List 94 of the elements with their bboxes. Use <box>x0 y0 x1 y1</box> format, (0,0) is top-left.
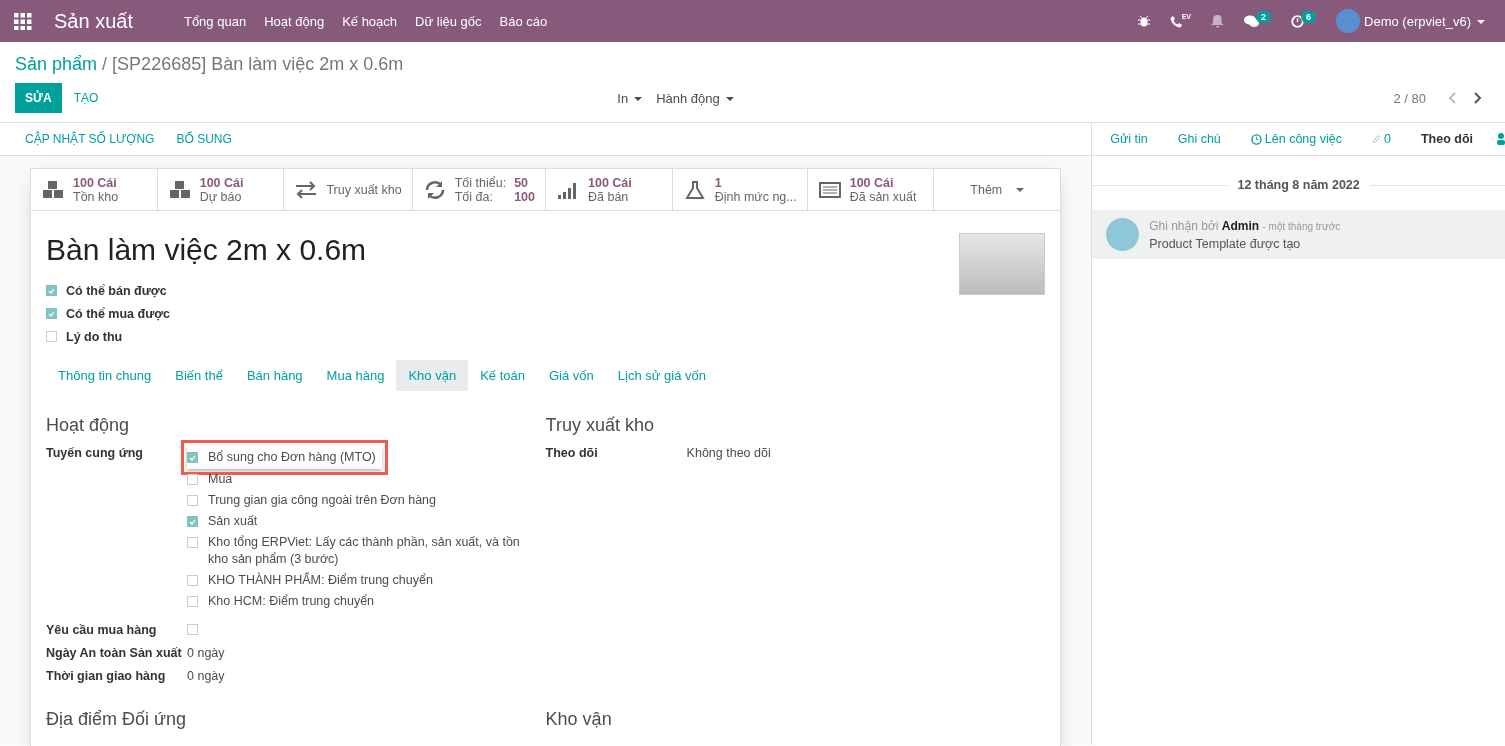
tab[interactable]: Biến thể <box>163 360 235 391</box>
edit-button[interactable]: SỬA <box>15 83 62 113</box>
avatar[interactable] <box>1336 9 1361 33</box>
checkbox[interactable] <box>46 308 57 319</box>
menu-item[interactable]: Dữ liệu gốc <box>406 13 491 29</box>
paperclip-icon <box>1371 133 1381 145</box>
min-max-button[interactable]: Tối thiểu: 50 Tối đa: 100 <box>412 169 546 210</box>
cubes-icon <box>167 179 192 200</box>
more-button[interactable]: Thêm <box>934 169 1061 210</box>
checkbox[interactable] <box>187 575 198 586</box>
bug-icon[interactable] <box>1137 15 1150 27</box>
message-header: Ghi nhận bởi Admin - một tháng trước <box>1149 218 1341 233</box>
field-value: 0 ngày <box>187 645 225 660</box>
stat-button[interactable]: 100 Cái Đã sản xuất <box>807 169 935 210</box>
tab[interactable]: Lịch sử giá vốn <box>605 360 718 391</box>
tab[interactable]: Giá vốn <box>536 360 606 391</box>
checkbox-label: Kho HCM: Điểm trung chuyển <box>208 593 375 610</box>
create-button[interactable]: TẠO <box>61 83 111 113</box>
field-label: Theo dõi <box>545 446 599 460</box>
message-body: Product Template được tạo <box>1149 236 1302 251</box>
tab[interactable]: Thông tin chung <box>46 360 164 391</box>
app-title: Sản xuất <box>54 9 133 33</box>
avatar <box>1106 218 1140 251</box>
checkbox[interactable] <box>187 452 198 463</box>
tab[interactable]: Kế toán <box>468 360 537 391</box>
apps-menu-icon[interactable] <box>14 12 32 30</box>
chatter-button[interactable]: Ghi chú <box>1171 128 1227 150</box>
schedule-activity-button[interactable]: Lên công việc <box>1244 128 1348 150</box>
stat-button[interactable]: 100 Cái Đã bán <box>546 169 673 210</box>
next-icon[interactable] <box>1473 92 1482 104</box>
person-icon[interactable] <box>1497 133 1505 145</box>
field-value: 0 ngày <box>187 668 225 683</box>
chatter-button[interactable]: Gửi tin <box>1104 128 1154 150</box>
checkbox[interactable] <box>187 495 198 506</box>
product-name: Bàn làm việc 2m x 0.6m <box>46 233 367 267</box>
checkbox[interactable] <box>187 537 198 548</box>
activity-count-badge: 6 <box>1301 11 1317 23</box>
clock-icon <box>1250 133 1262 145</box>
checkbox-label: Bổ sung cho Đơn hàng (MTO) <box>208 449 376 466</box>
checkbox-label: Kho tổng ERPViet: Lấy các thành phần, sản xuất, và tồn kho sản phẩm (3 bước) <box>208 534 521 568</box>
checkbox-label: Có thể mua được <box>66 306 171 321</box>
header-button[interactable]: CẬP NHẬT SỐ LƯỢNG <box>14 128 166 150</box>
transfer-icon <box>294 179 319 200</box>
checkbox-label: Mua <box>208 471 233 488</box>
breadcrumb-link[interactable]: Sản phẩm <box>15 54 98 74</box>
breadcrumb-separator: / <box>102 54 108 74</box>
message-count-badge: 2 <box>1256 11 1272 23</box>
field-label: Yêu cầu mua hàng <box>46 622 158 637</box>
breadcrumb-current: [SP226685] Bàn làm việc 2m x 0.6m <box>112 54 404 74</box>
checkbox[interactable] <box>46 285 57 296</box>
date-separator: 12 tháng 8 năm 2022 <box>1237 178 1360 192</box>
pager-counter: 2 / 80 <box>1393 90 1426 106</box>
checkbox-label: Lý do thu <box>66 329 123 344</box>
dropdown-button[interactable]: In <box>610 86 650 110</box>
stat-button[interactable]: 1 Định mức ng... <box>672 169 808 210</box>
clock-icon[interactable] <box>1291 14 1305 28</box>
section-title: Truy xuất kho <box>545 415 655 436</box>
menu-item[interactable]: Hoạt động <box>255 13 334 29</box>
section-title: Kho vận <box>545 709 613 730</box>
previous-icon[interactable] <box>1448 92 1457 104</box>
bell-icon[interactable] <box>1211 14 1225 28</box>
checkbox-label: KHO THÀNH PHẨM: Điểm trung chuyển <box>208 572 433 589</box>
field-label: Thời gian giao hàng <box>46 668 167 683</box>
stat-button[interactable]: 100 Cái Dự báo <box>157 169 285 210</box>
follow-button[interactable]: Theo dõi <box>1414 128 1479 150</box>
user-menu[interactable]: Demo (erpviet_v6) <box>1364 13 1485 29</box>
checkbox-label: Trung gian gia công ngoài trên Đơn hàng <box>208 492 437 509</box>
checkbox-label: Có thể bán được <box>66 283 167 298</box>
menu-item[interactable]: Báo cáo <box>490 13 557 29</box>
checkbox[interactable] <box>187 624 198 635</box>
stat-button[interactable]: 100 Cái Tồn kho <box>31 169 158 210</box>
tab[interactable]: Bán hàng <box>234 360 315 391</box>
section-title: Địa điểm Đối ứng <box>46 709 188 730</box>
attachment-button[interactable]: 0 <box>1365 128 1397 150</box>
field-label: Tuyến cung ứng <box>46 446 144 460</box>
checkbox[interactable] <box>187 596 198 607</box>
phone-icon[interactable] <box>1169 14 1182 28</box>
field-value: Không theo dõi <box>686 446 771 460</box>
tab[interactable]: Kho vận <box>396 360 469 391</box>
checkbox-label: Sản xuất <box>208 513 258 530</box>
tab[interactable]: Mua hàng <box>314 360 397 391</box>
checkbox[interactable] <box>46 331 57 342</box>
section-title: Hoạt động <box>46 415 131 436</box>
menu-item[interactable]: Kế hoạch <box>333 13 407 29</box>
cubes-icon <box>41 179 65 200</box>
menu-item[interactable]: Tổng quan <box>174 13 256 29</box>
field-label: Ngày An toàn Sản xuất <box>46 645 183 660</box>
header-button[interactable]: BỔ SUNG <box>165 128 243 150</box>
dropdown-button[interactable]: Hành động <box>649 86 741 110</box>
checkbox[interactable] <box>187 516 198 527</box>
checkbox[interactable] <box>187 474 198 485</box>
list-icon <box>817 179 842 200</box>
chat-icon[interactable] <box>1244 14 1260 28</box>
stat-button[interactable]: Truy xuất kho <box>284 169 413 210</box>
